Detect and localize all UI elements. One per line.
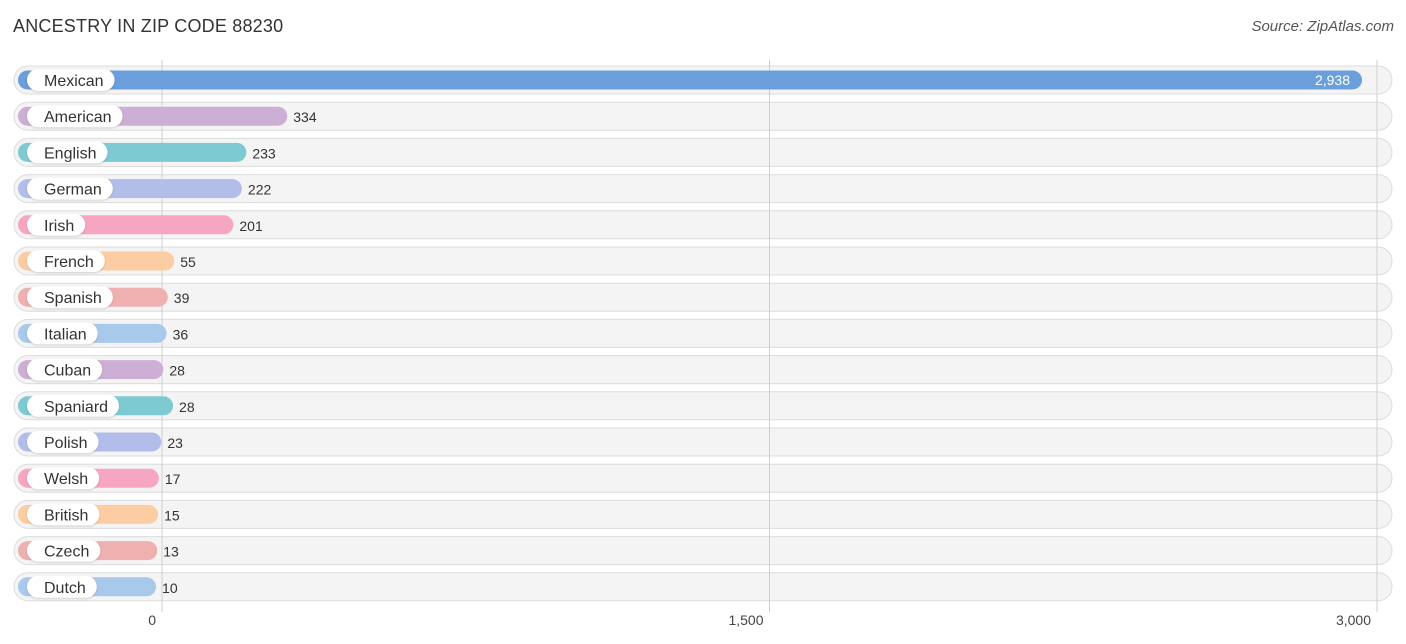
value-label: 55	[180, 254, 196, 270]
category-label: German	[44, 182, 102, 199]
bar-group: American 334	[18, 105, 317, 128]
category-label: Czech	[44, 544, 89, 561]
value-label: 17	[165, 471, 181, 487]
row-track	[13, 536, 1393, 566]
category-label: Spanish	[44, 290, 102, 307]
row-track	[13, 572, 1393, 602]
row-track	[13, 499, 1393, 529]
category-label: Italian	[44, 326, 87, 343]
bar-group: Spaniard 28	[18, 394, 195, 417]
x-tick-label: 3,000	[1336, 612, 1371, 628]
category-label: English	[44, 145, 96, 162]
bar-group: French 55	[18, 250, 196, 272]
category-label: Irish	[44, 218, 74, 235]
category-label: Spaniard	[44, 399, 108, 416]
bar-group: Mexican 2,938	[18, 69, 1362, 91]
value-label: 15	[164, 507, 180, 523]
category-label: American	[44, 109, 112, 126]
value-label: 222	[248, 182, 272, 198]
row-track	[13, 282, 1393, 312]
category-label: French	[44, 254, 94, 271]
category-label: Mexican	[44, 73, 104, 90]
value-label: 39	[174, 290, 190, 306]
category-label: Welsh	[44, 471, 88, 488]
category-label: Cuban	[44, 363, 91, 380]
x-axis-ticks: 0 1,500 3,000	[148, 612, 1371, 628]
bar-group: English 233	[18, 141, 276, 164]
value-label: 10	[162, 580, 178, 596]
row-track	[13, 427, 1393, 457]
value-label: 28	[179, 399, 195, 415]
value-label: 28	[169, 363, 185, 379]
row-track	[13, 391, 1393, 421]
bar-group: Irish 201	[18, 213, 263, 236]
row-track	[13, 463, 1393, 493]
bar-group: Spanish 39	[18, 286, 190, 309]
row-track	[13, 355, 1393, 385]
bar	[18, 70, 1362, 90]
value-label: 13	[163, 544, 179, 560]
bar-chart: Mexican 2,938 American 334 English 233 German 2…	[13, 60, 1393, 628]
row-track	[13, 318, 1393, 348]
x-tick-label: 0	[148, 612, 156, 628]
value-label: 23	[167, 435, 183, 451]
value-label: 2,938	[1315, 72, 1350, 88]
value-label: 201	[239, 218, 263, 234]
value-label: 233	[252, 145, 276, 161]
row-track	[13, 246, 1393, 276]
value-label: 36	[173, 326, 189, 342]
bar-group: German 222	[18, 177, 272, 200]
value-label: 334	[293, 109, 317, 125]
category-label: Dutch	[44, 580, 86, 597]
category-label: British	[44, 507, 88, 524]
x-tick-label: 1,500	[728, 612, 763, 628]
category-label: Polish	[44, 435, 88, 452]
